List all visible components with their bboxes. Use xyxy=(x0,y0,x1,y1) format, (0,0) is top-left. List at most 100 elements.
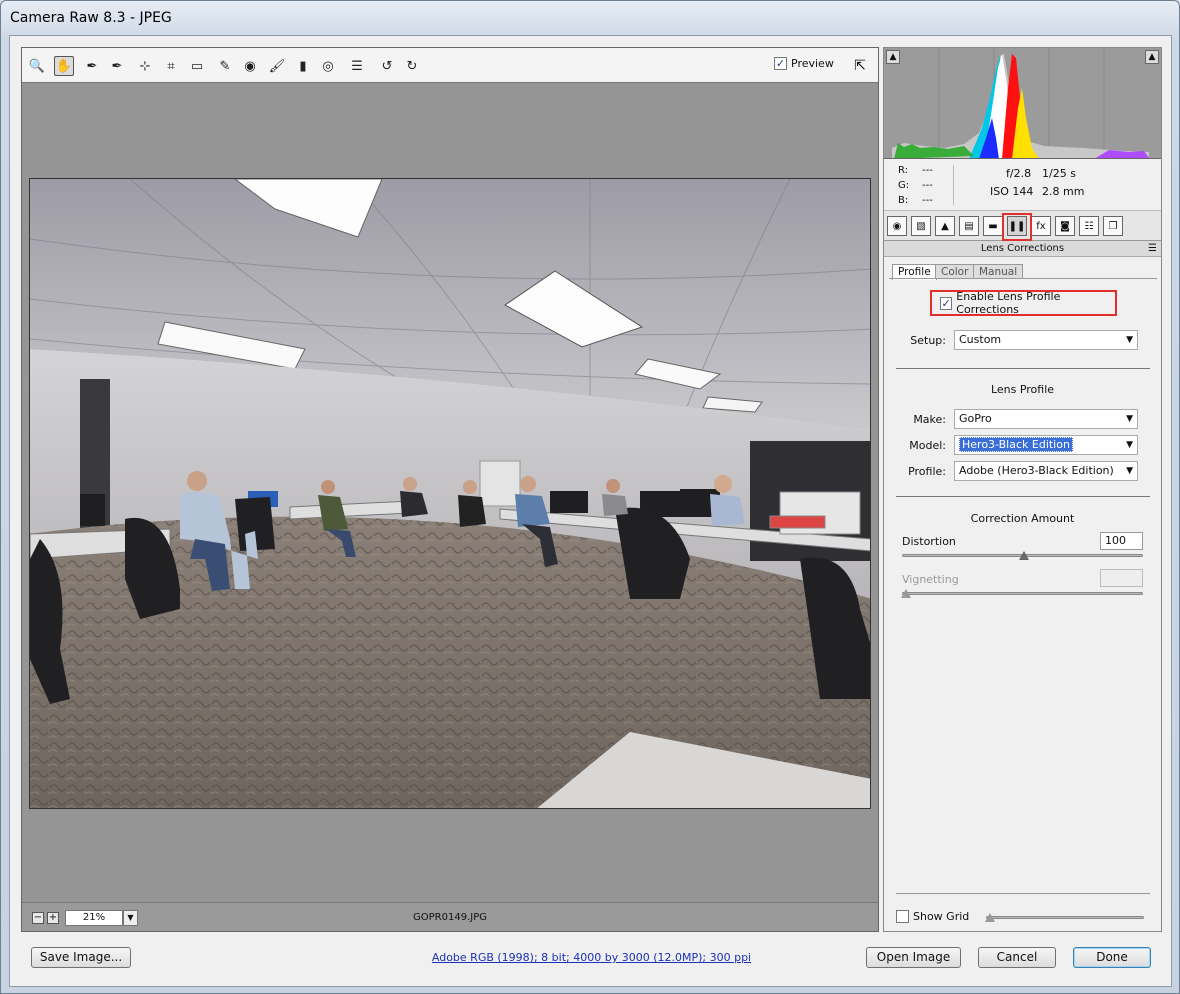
pixel-info: R: --- G: --- B: --- f/2.8 1/25 s ISO 144 2… xyxy=(884,159,1161,211)
eye-icon: ◉ xyxy=(244,58,256,74)
chevron-down-icon: ▼ xyxy=(1126,466,1133,476)
green-readout: G: --- xyxy=(898,180,933,191)
model-label: Model: xyxy=(909,439,946,452)
tab-hsl[interactable]: ▤ xyxy=(959,216,979,236)
radial-filter-tool[interactable]: ◎ xyxy=(318,56,338,76)
sliders-icon: ☷ xyxy=(1084,220,1094,232)
tab-detail[interactable]: ▲ xyxy=(935,216,955,236)
targeted-adjustment-tool[interactable]: ⊹ xyxy=(135,56,155,76)
grid-size-slider-thumb[interactable] xyxy=(985,913,995,922)
zoom-tool[interactable]: 🔍 xyxy=(27,56,47,76)
selected-tab-highlight xyxy=(1002,213,1032,241)
tab-presets[interactable]: ☷ xyxy=(1079,216,1099,236)
fullscreen-icon: ⇱ xyxy=(854,58,866,74)
fullscreen-button[interactable]: ⇱ xyxy=(849,56,871,76)
chevron-down-icon: ▼ xyxy=(1126,414,1133,424)
chevron-down-icon: ▼ xyxy=(1126,335,1133,345)
setup-select[interactable]: Custom ▼ xyxy=(954,330,1138,350)
rotate-left-icon: ↺ xyxy=(381,58,393,74)
preview-checkbox[interactable]: ✓ xyxy=(774,57,787,70)
shadow-clipping-warning-button[interactable]: ▲ xyxy=(886,50,900,64)
white-balance-tool[interactable]: ✒ xyxy=(82,56,102,76)
distortion-label: Distortion xyxy=(902,535,956,548)
graduated-filter-tool[interactable]: ▮ xyxy=(293,56,313,76)
profile-label: Profile: xyxy=(908,465,946,478)
done-button[interactable]: Done xyxy=(1073,947,1151,968)
section-divider xyxy=(896,496,1150,497)
preferences-tool[interactable]: ☰ xyxy=(347,56,367,76)
make-select[interactable]: GoPro ▼ xyxy=(954,409,1138,429)
profile-value: Adobe (Hero3-Black Edition) xyxy=(959,464,1114,477)
vignetting-label: Vignetting xyxy=(902,573,959,586)
enable-lens-profile-label: Enable Lens Profile Corrections xyxy=(956,290,1061,316)
rotate-right-icon: ↻ xyxy=(406,58,418,74)
vignetting-slider-thumb[interactable] xyxy=(901,589,911,598)
adjustment-brush-tool[interactable]: 🖌 xyxy=(267,56,287,76)
red-eye-tool[interactable]: ◉ xyxy=(240,56,260,76)
highlight-clipping-warning-button[interactable]: ▲ xyxy=(1145,50,1159,64)
grid-size-slider[interactable] xyxy=(985,913,1144,922)
iso-value: ISO 144 xyxy=(990,185,1034,198)
tool-bar: 🔍 ✋ ✒ ✒ ⊹ ⌗ ▭ ✎ ◉ 🖌 ▮ ◎ ☰ ↺ ↻ xyxy=(22,48,878,83)
hand-tool[interactable]: ✋ xyxy=(54,56,74,76)
status-bar: − + 21% ▼ GOPR0149.JPG xyxy=(22,902,878,931)
photo-preview[interactable] xyxy=(29,178,871,809)
open-image-button[interactable]: Open Image xyxy=(866,947,961,968)
hand-icon: ✋ xyxy=(55,58,73,74)
setup-label: Setup: xyxy=(910,334,946,347)
enable-lens-profile-toggle[interactable]: ✓ Enable Lens Profile Corrections xyxy=(930,290,1117,316)
title-bar[interactable]: Camera Raw 8.3 - JPEG xyxy=(1,1,1179,35)
preview-toggle[interactable]: ✓ Preview xyxy=(774,57,834,70)
eyedropper-icon: ✒ xyxy=(86,58,98,74)
aperture-icon: ◉ xyxy=(892,220,902,232)
window-title: Camera Raw 8.3 - JPEG xyxy=(10,10,172,26)
color-sampler-tool[interactable]: ✒ xyxy=(107,56,127,76)
preview-pane: 🔍 ✋ ✒ ✒ ⊹ ⌗ ▭ ✎ ◉ 🖌 ▮ ◎ ☰ ↺ ↻ ✓ Preview ⇱ xyxy=(21,47,879,932)
distortion-slider-thumb[interactable] xyxy=(1018,551,1029,560)
paintbrush-icon: 🖌 xyxy=(268,58,286,74)
red-readout: R: --- xyxy=(898,165,933,176)
straighten-tool[interactable]: ▭ xyxy=(187,56,207,76)
camera-raw-window: Camera Raw 8.3 - JPEG 🔍 ✋ ✒ ✒ ⊹ ⌗ ▭ ✎ ◉ 🖌 ▮ ◎ ☰ ↺ ↻ ✓ … xyxy=(0,0,1180,994)
color-sampler-icon: ✒ xyxy=(111,58,123,74)
tab-camera-calibration[interactable]: ◙ xyxy=(1055,216,1075,236)
hsl-icon: ▤ xyxy=(964,220,974,232)
radial-filter-icon: ◎ xyxy=(322,58,334,74)
subtab-manual[interactable]: Manual xyxy=(973,264,1024,279)
crop-tool[interactable]: ⌗ xyxy=(161,56,181,76)
snapshots-icon: ❐ xyxy=(1108,220,1118,232)
distortion-value-field[interactable]: 100 xyxy=(1100,532,1143,550)
level-icon: ▭ xyxy=(190,58,204,74)
setup-value: Custom xyxy=(959,333,1002,346)
section-divider xyxy=(896,368,1150,369)
vignetting-value-field[interactable] xyxy=(1100,569,1143,587)
enable-lens-profile-checkbox[interactable]: ✓ xyxy=(940,296,953,310)
rotate-cw-tool[interactable]: ↻ xyxy=(402,56,422,76)
panel-menu-icon[interactable]: ☰ xyxy=(1148,241,1157,257)
show-grid-toggle[interactable]: Show Grid xyxy=(896,910,969,923)
profile-select[interactable]: Adobe (Hero3-Black Edition) ▼ xyxy=(954,461,1138,481)
rotate-ccw-tool[interactable]: ↺ xyxy=(377,56,397,76)
vignetting-slider[interactable] xyxy=(901,589,1143,598)
bottom-divider xyxy=(896,893,1150,894)
tab-split-toning[interactable]: ▬ xyxy=(983,216,1003,236)
tab-snapshots[interactable]: ❐ xyxy=(1103,216,1123,236)
subtab-color[interactable]: Color xyxy=(935,264,975,279)
show-grid-checkbox[interactable] xyxy=(896,910,909,923)
spot-removal-tool[interactable]: ✎ xyxy=(215,56,235,76)
make-label: Make: xyxy=(913,413,946,426)
triangle-icon: ▲ xyxy=(941,220,949,232)
cancel-button[interactable]: Cancel xyxy=(978,947,1056,968)
fx-icon: fx xyxy=(1036,220,1046,232)
tab-effects[interactable]: fx xyxy=(1031,216,1051,236)
curve-icon: ▧ xyxy=(916,220,926,232)
show-grid-label: Show Grid xyxy=(913,910,970,923)
distortion-slider[interactable] xyxy=(902,551,1143,560)
image-canvas[interactable] xyxy=(22,83,878,902)
tab-tone-curve[interactable]: ▧ xyxy=(911,216,931,236)
crop-icon: ⌗ xyxy=(167,58,175,74)
tab-basic[interactable]: ◉ xyxy=(887,216,907,236)
brush-icon: ✎ xyxy=(219,58,231,74)
lens-profile-title: Lens Profile xyxy=(990,383,1055,396)
model-select[interactable]: Hero3-Black Edition ▼ xyxy=(954,435,1138,455)
